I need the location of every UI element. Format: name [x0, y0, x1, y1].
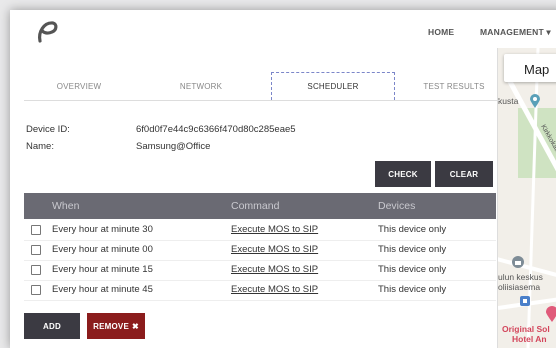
table-row[interactable]: Every hour at minute 00 Execute MOS to S…: [24, 240, 496, 261]
remove-button[interactable]: REMOVE ✖: [87, 313, 145, 339]
close-icon: ✖: [131, 321, 139, 331]
tab-network[interactable]: NETWORK: [146, 74, 256, 98]
row-checkbox[interactable]: [31, 225, 41, 235]
column-header-devices[interactable]: Devices: [378, 200, 415, 212]
row-when: Every hour at minute 30: [52, 224, 153, 235]
map-label-asema: oliisiasema: [498, 282, 541, 292]
row-devices: This device only: [378, 224, 447, 235]
nav-management-menu[interactable]: MANAGEMENT ▾: [480, 27, 551, 38]
row-checkbox[interactable]: [31, 265, 41, 275]
map-label-hotel: Original Sol: [502, 324, 550, 334]
logo-icon[interactable]: [36, 20, 58, 44]
caret-down-icon: ▾: [546, 27, 551, 37]
row-devices: This device only: [378, 244, 447, 255]
device-id-label: Device ID:: [26, 124, 70, 135]
add-button[interactable]: ADD: [24, 313, 80, 339]
table-row[interactable]: Every hour at minute 45 Execute MOS to S…: [24, 280, 496, 301]
row-command-link[interactable]: Execute MOS to SIP: [231, 284, 318, 295]
column-header-when[interactable]: When: [52, 200, 79, 212]
column-header-command[interactable]: Command: [231, 200, 279, 212]
table-row[interactable]: Every hour at minute 15 Execute MOS to S…: [24, 260, 496, 281]
row-command-link[interactable]: Execute MOS to SIP: [231, 224, 318, 235]
check-button[interactable]: CHECK: [375, 161, 431, 187]
tab-divider: [24, 100, 500, 101]
device-name-label: Name:: [26, 141, 54, 152]
row-devices: This device only: [378, 264, 447, 275]
map-hotel-pin-icon[interactable]: [546, 306, 556, 322]
schedule-table-header: When Command Devices: [24, 193, 496, 219]
map-bank-icon[interactable]: [512, 256, 524, 268]
nav-home-link[interactable]: HOME: [428, 27, 454, 37]
tab-overview[interactable]: OVERVIEW: [24, 74, 134, 98]
tab-scheduler[interactable]: SCHEDULER: [271, 72, 395, 100]
row-command-link[interactable]: Execute MOS to SIP: [231, 264, 318, 275]
row-when: Every hour at minute 15: [52, 264, 153, 275]
row-devices: This device only: [378, 284, 447, 295]
table-row[interactable]: Every hour at minute 30 Execute MOS to S…: [24, 220, 496, 241]
row-command-link[interactable]: Execute MOS to SIP: [231, 244, 318, 255]
device-name-value: Samsung@Office: [136, 141, 211, 152]
nav-management-label: MANAGEMENT: [480, 27, 544, 37]
clear-button[interactable]: CLEAR: [435, 161, 493, 187]
map-transit-icon[interactable]: [520, 296, 530, 306]
row-when: Every hour at minute 00: [52, 244, 153, 255]
app-window: HOME MANAGEMENT ▾ Map kusta Kirkkokatu u…: [10, 10, 556, 348]
map-label-keskus: ulun keskus: [498, 272, 543, 282]
device-id-value: 6f0d0f7e44c9c6366f470d80c285eae5: [136, 124, 296, 135]
row-checkbox[interactable]: [31, 245, 41, 255]
map-label-hotel-2: Hotel An: [512, 334, 547, 344]
tab-test-results[interactable]: TEST RESULTS: [399, 74, 509, 98]
map-header: Map: [504, 54, 556, 82]
map-title: Map: [524, 62, 550, 77]
row-checkbox[interactable]: [31, 285, 41, 295]
remove-button-label: REMOVE: [93, 321, 129, 331]
map-pin-icon[interactable]: [530, 94, 540, 108]
tab-bar: OVERVIEW NETWORK SCHEDULER TEST RESULTS: [24, 70, 500, 102]
row-when: Every hour at minute 45: [52, 284, 153, 295]
top-navbar: HOME MANAGEMENT ▾: [10, 10, 556, 48]
